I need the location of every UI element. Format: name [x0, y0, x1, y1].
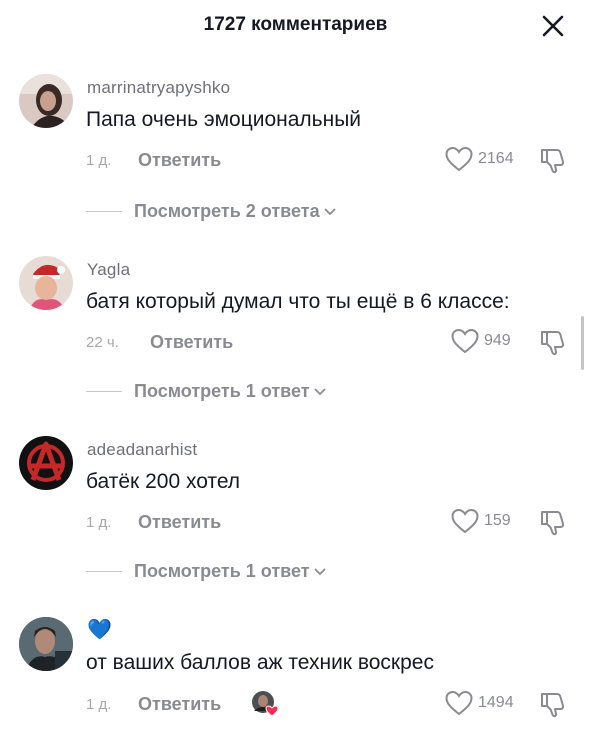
heart-outline-icon	[451, 328, 479, 354]
like-count: 159	[484, 512, 511, 529]
comment-item: Yagla батя который думал что ты ещё в 6 …	[0, 256, 591, 406]
comment-text: батёк 200 хотел	[86, 470, 241, 493]
heart-outline-icon	[451, 508, 479, 534]
reply-button[interactable]: Ответить	[138, 694, 221, 715]
comment-text: Папа очень эмоциональный	[86, 108, 362, 131]
comment-time: 22 ч.	[86, 334, 119, 351]
close-button[interactable]	[539, 12, 567, 40]
comment-item: 💙 от ваших баллов аж техник воскрес 1 д.…	[0, 615, 591, 739]
comment-item: marrinatryapyshko Папа очень эмоциональн…	[0, 74, 591, 224]
comment-text: батя который думал что ты ещё в 6 классе…	[86, 290, 510, 313]
comments-count-title: 1727 комментариев	[203, 14, 388, 35]
dislike-button[interactable]	[538, 689, 568, 719]
view-replies-label: Посмотреть 1 ответ	[134, 561, 310, 581]
avatar[interactable]	[19, 256, 73, 310]
creator-liked-avatar	[250, 689, 280, 719]
comment-username[interactable]: marrinatryapyshko	[87, 78, 230, 98]
comment-actions: 1 д. Ответить 2164	[86, 145, 576, 175]
comment-username[interactable]: 💙	[87, 617, 112, 642]
comment-text: от ваших баллов аж техник воскрес	[86, 651, 434, 674]
heart-outline-icon	[445, 690, 473, 716]
thumbs-down-icon	[541, 511, 565, 536]
comment-time: 1 д.	[86, 696, 112, 713]
avatar[interactable]	[19, 617, 73, 671]
reply-button[interactable]: Ответить	[138, 512, 221, 533]
comment-actions: 22 ч. Ответить 949	[86, 327, 576, 357]
divider	[86, 571, 122, 572]
comment-item: adeadanarhist батёк 200 хотел 1 д. Ответ…	[0, 436, 591, 586]
view-replies-button[interactable]: Посмотреть 1 ответ	[86, 380, 386, 402]
close-icon	[542, 15, 564, 37]
reply-button[interactable]: Ответить	[138, 150, 221, 171]
comment-actions: 1 д. Ответить 1494	[86, 689, 576, 719]
view-replies-label: Посмотреть 2 ответа	[134, 201, 320, 221]
dislike-button[interactable]	[538, 327, 568, 357]
comment-time: 1 д.	[86, 514, 112, 531]
chevron-down-icon	[323, 208, 336, 216]
comment-time: 1 д.	[86, 152, 112, 169]
thumbs-down-icon	[541, 149, 565, 174]
comment-username[interactable]: Yagla	[87, 260, 130, 280]
chevron-down-icon	[313, 388, 326, 396]
comment-actions: 1 д. Ответить 159	[86, 507, 576, 537]
scrollbar[interactable]	[581, 316, 584, 370]
avatar[interactable]	[19, 436, 73, 490]
chevron-down-icon	[313, 568, 326, 576]
comments-header: 1727 комментариев	[0, 0, 591, 54]
divider	[86, 391, 122, 392]
thumbs-down-icon	[541, 331, 565, 356]
dislike-button[interactable]	[538, 507, 568, 537]
like-count: 949	[484, 332, 511, 349]
like-count: 2164	[478, 150, 514, 167]
dislike-button[interactable]	[538, 145, 568, 175]
view-replies-button[interactable]: Посмотреть 2 ответа	[86, 200, 386, 222]
like-count: 1494	[478, 694, 514, 711]
view-replies-button[interactable]: Посмотреть 1 ответ	[86, 560, 386, 582]
divider	[86, 211, 122, 212]
heart-outline-icon	[445, 146, 473, 172]
avatar[interactable]	[19, 74, 73, 128]
heart-filled-icon	[265, 705, 279, 717]
view-replies-label: Посмотреть 1 ответ	[134, 381, 310, 401]
comment-username[interactable]: adeadanarhist	[87, 440, 197, 460]
thumbs-down-icon	[541, 693, 565, 718]
reply-button[interactable]: Ответить	[150, 332, 233, 353]
